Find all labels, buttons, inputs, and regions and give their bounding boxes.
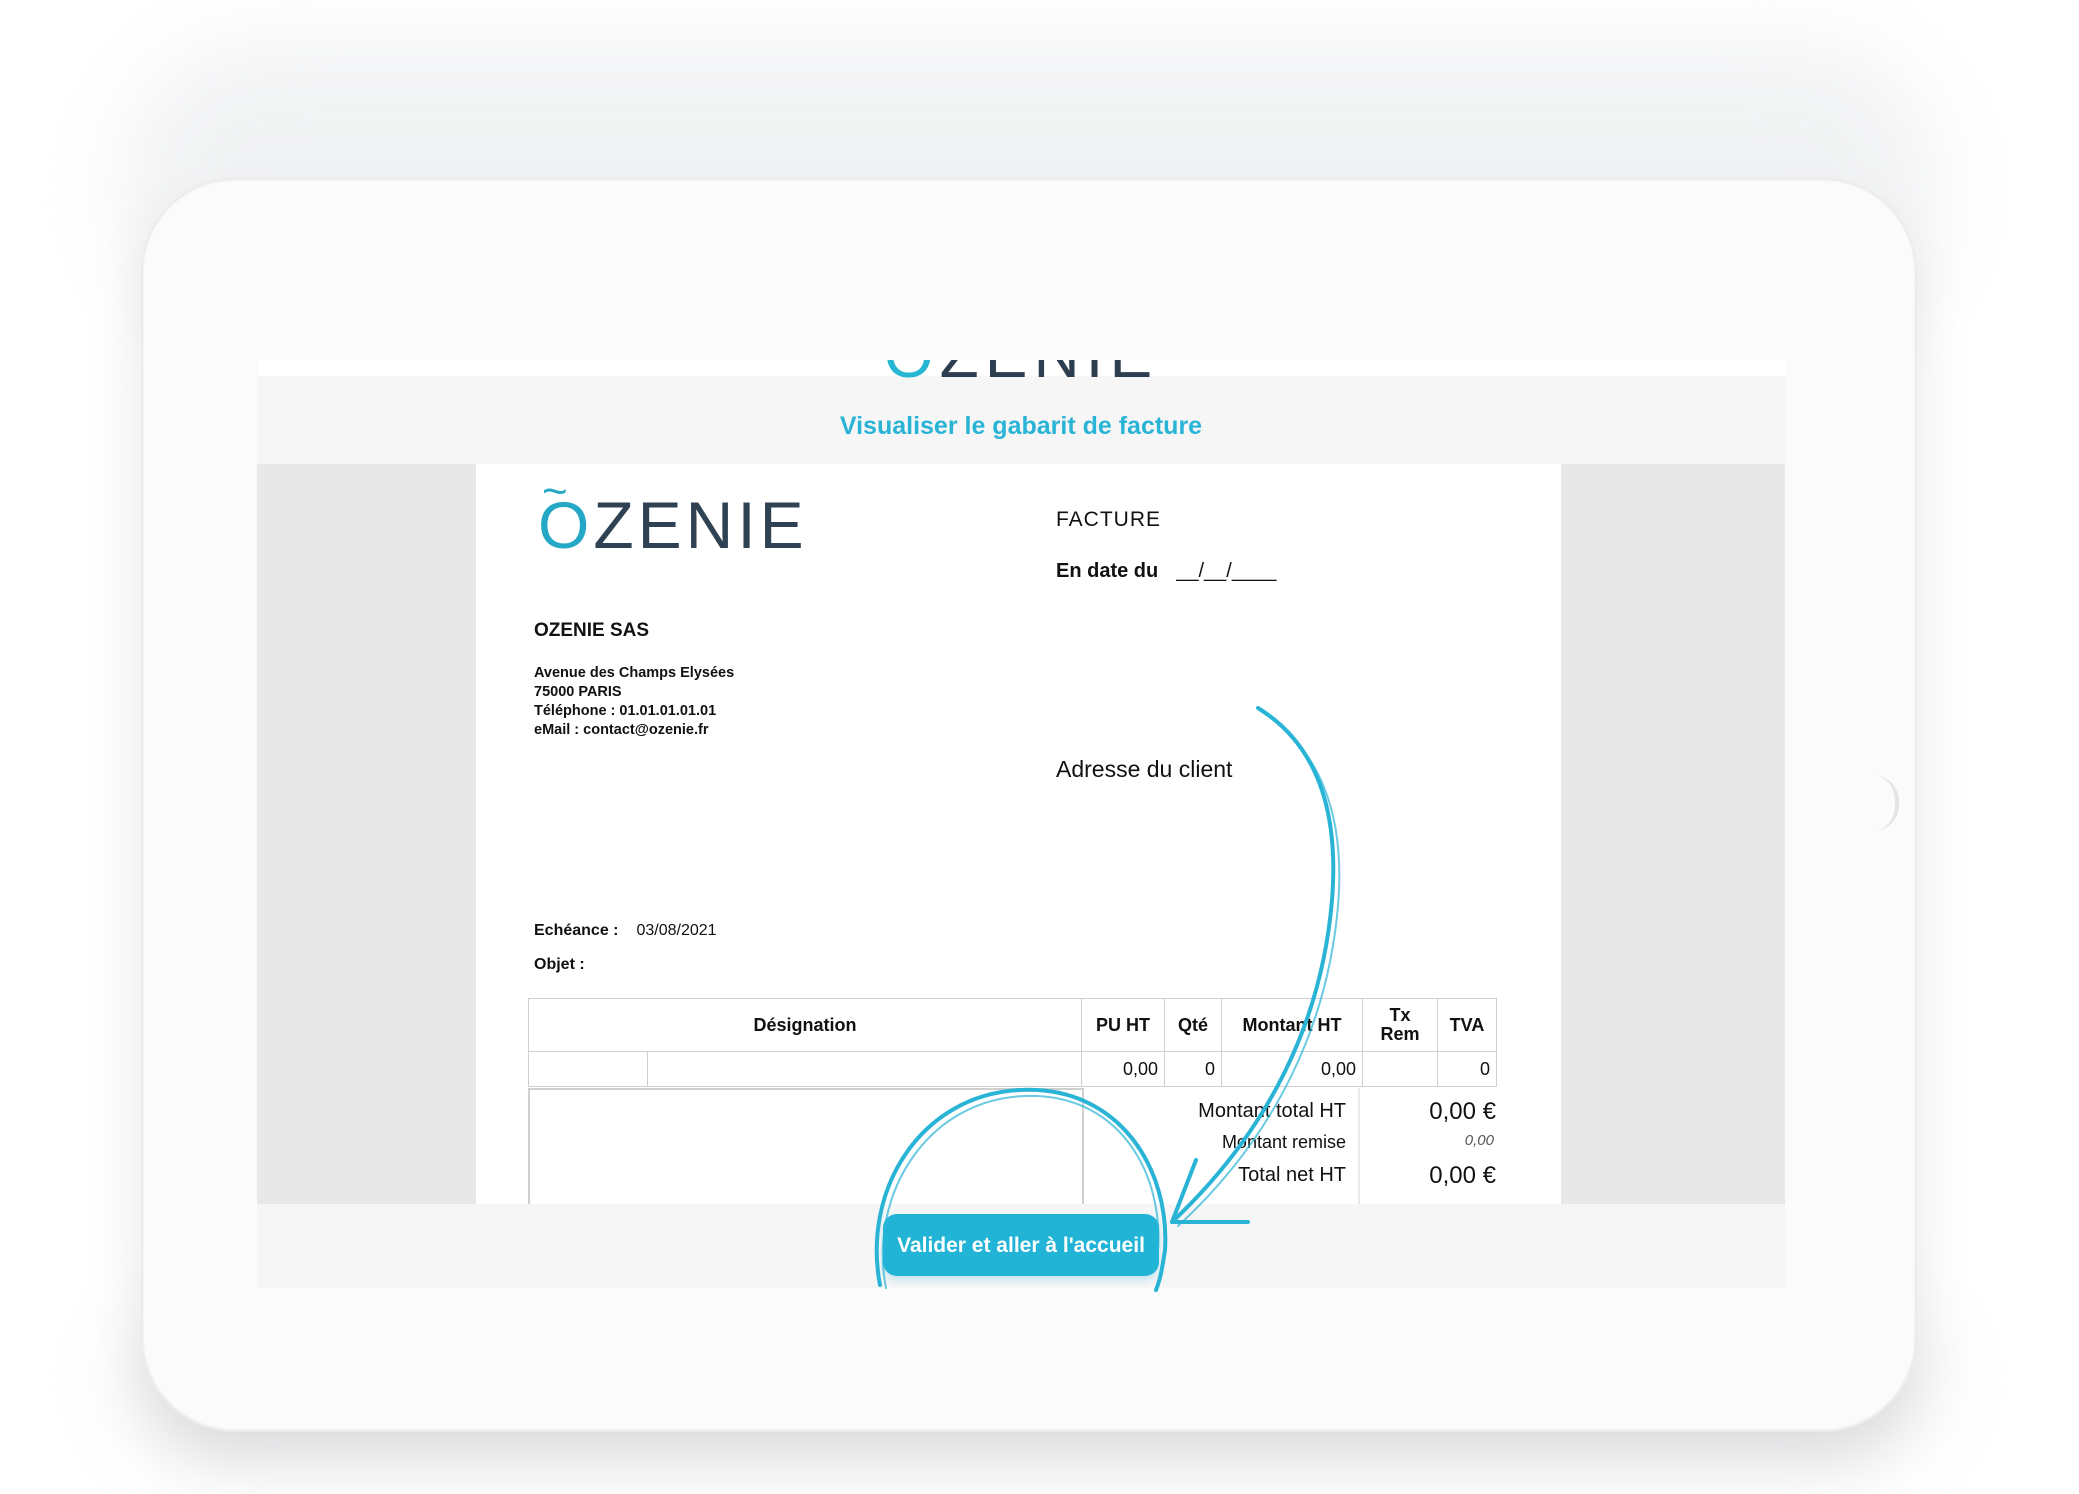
notes-box: [528, 1088, 1084, 1204]
col-tx-rem: Tx Rem: [1362, 998, 1438, 1052]
table-row: 0,00 0 0,00 0: [528, 1051, 1497, 1087]
due-date: Echéance :03/08/2021: [534, 922, 717, 939]
remise-label: Montant remise: [1221, 1132, 1346, 1152]
app-screen: OZENIE Visualiser le gabarit de facture …: [257, 360, 1785, 1288]
company-address: Avenue des Champs Elysées 75000 PARIS Té…: [534, 665, 735, 738]
remise-value: 0,00: [1464, 1132, 1494, 1149]
cell-qte: 0: [1164, 1051, 1222, 1087]
cell-montant-ht: 0,00: [1221, 1051, 1363, 1087]
total-ht-label: Montant total HT: [1198, 1100, 1346, 1122]
total-ht-value: 0,00 €: [1429, 1098, 1496, 1125]
net-ht-value: 0,00 €: [1429, 1162, 1496, 1189]
company-logo: ~ OZENIE: [538, 467, 808, 562]
net-ht-label: Total net HT: [1238, 1164, 1346, 1186]
totals-box: Montant total HT Montant remise Total ne…: [1076, 1088, 1516, 1204]
invoice-date: En date du __/__/____: [1056, 560, 1277, 582]
company-name: OZENIE SAS: [534, 620, 650, 641]
col-pu-ht: PU HT: [1081, 998, 1165, 1052]
col-qte: Qté: [1164, 998, 1222, 1052]
invoice-lines-table: Désignation PU HT Qté Montant HT Tx Rem …: [528, 998, 1497, 1087]
cell-tx-rem: [1362, 1051, 1438, 1087]
col-tva: TVA: [1437, 998, 1497, 1052]
cell-pu-ht: 0,00: [1081, 1051, 1165, 1087]
cell-code: [528, 1051, 648, 1087]
document-type: FACTURE: [1056, 508, 1162, 531]
col-montant-ht: Montant HT: [1221, 998, 1363, 1052]
invoice-preview-viewer[interactable]: ~ OZENIE OZENIE SAS Avenue des Champs Ely…: [257, 464, 1785, 1204]
validate-go-home-button[interactable]: Valider et aller à l'accueil: [883, 1214, 1159, 1276]
table-header-row: Désignation PU HT Qté Montant HT Tx Rem …: [528, 998, 1497, 1052]
client-address: Adresse du client: [1056, 756, 1233, 782]
logo-tilde-icon: ~: [542, 467, 572, 516]
app-header-logo: OZENIE: [257, 360, 1785, 392]
cell-tva: 0: [1437, 1051, 1497, 1087]
col-designation: Désignation: [528, 998, 1082, 1052]
invoice-object: Objet :: [534, 956, 585, 973]
cell-designation: [647, 1051, 1082, 1087]
invoice-page: ~ OZENIE OZENIE SAS Avenue des Champs Ely…: [476, 464, 1561, 1204]
page-title: Visualiser le gabarit de facture: [839, 412, 1203, 440]
